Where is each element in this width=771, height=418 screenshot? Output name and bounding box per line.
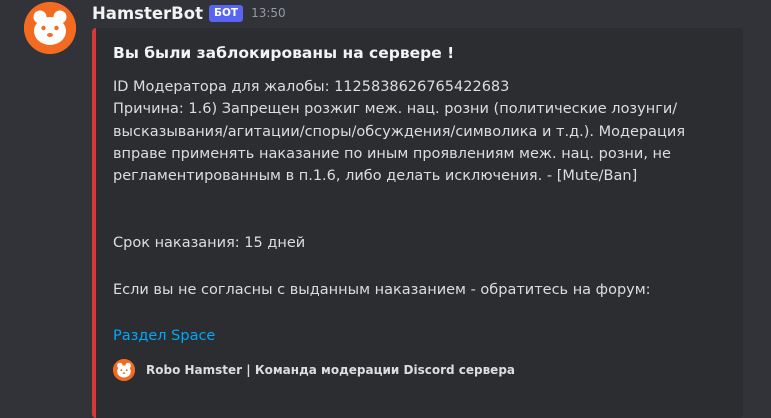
forum-link[interactable]: Раздел Space	[113, 328, 215, 344]
embed-line-reason: Причина: 1.6) Запрещен розжиг меж. нац. …	[113, 101, 678, 117]
hamster-avatar-icon[interactable]	[24, 2, 76, 54]
embed-line-reason-cont-2: вправе применять наказание по иным прояв…	[113, 146, 671, 162]
footer-text: Robo Hamster | Команда модерации Discord…	[146, 363, 516, 377]
author-username[interactable]: HamsterBot	[92, 4, 203, 23]
embed-footer: Robo Hamster | Команда модерации Discord…	[113, 359, 515, 381]
hamster-footer-icon	[113, 359, 135, 381]
embed-line-moderator-id: ID Модератора для жалобы: 11258386267654…	[113, 79, 510, 95]
moderation-embed: Вы были заблокированы на сервере ! ID Мо…	[92, 28, 743, 418]
embed-line-appeal: Если вы не согласны с выданным наказание…	[113, 282, 651, 298]
bot-badge: БОТ	[208, 4, 244, 22]
embed-line-reason-cont-1: высказывания/агитации/споры/обсуждения/с…	[113, 124, 686, 140]
message-timestamp: 13:50	[251, 6, 286, 20]
embed-line-reason-cont-3: регламентированным в п.1.6, либо делать …	[113, 168, 638, 184]
embed-title: Вы были заблокированы на сервере !	[113, 44, 455, 62]
embed-line-duration: Срок наказания: 15 дней	[113, 235, 306, 251]
chat-message: HamsterBot БОТ 13:50 Вы были заблокирова…	[0, 0, 771, 418]
message-header: HamsterBot БОТ 13:50	[92, 2, 286, 24]
